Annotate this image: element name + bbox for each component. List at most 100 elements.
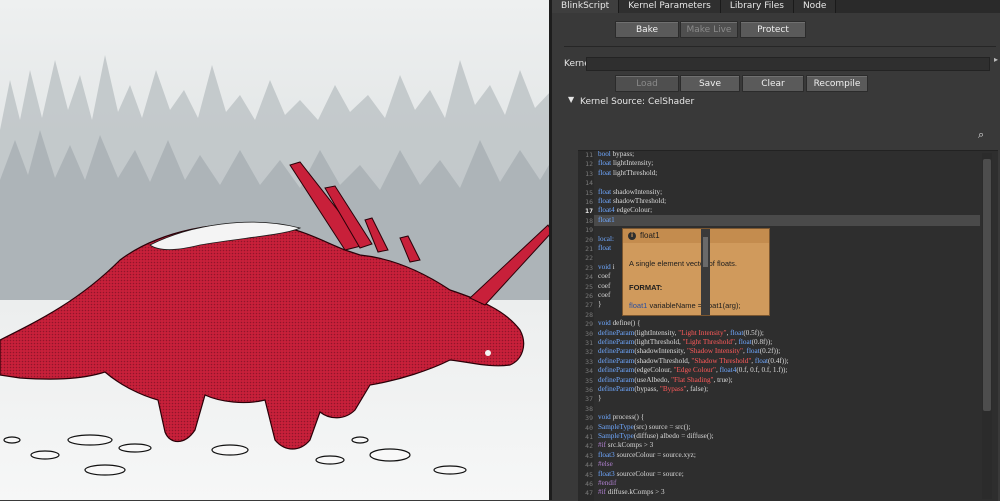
line-number: 25 (585, 282, 593, 291)
line-number: 11 (585, 151, 593, 159)
tooltip-format-rest: variableName = float1(arg); (647, 301, 741, 310)
code-token: void (598, 319, 611, 328)
code-token: #if (598, 441, 606, 450)
clear-button[interactable]: Clear (742, 75, 804, 92)
code-token: coef (598, 272, 611, 281)
line-number: 35 (585, 376, 593, 385)
code-token: bypass; (610, 150, 635, 158)
image-viewer (0, 0, 552, 500)
code-editor[interactable]: 11 12 13 14 15 16 17 18 19 20 21 22 23 24 25 26 27 28 29 30… (578, 150, 998, 501)
code-token: (shadowIntensity, (634, 347, 687, 356)
code-line: defineParam(edgeColour, "Edge Colour", f… (598, 366, 787, 374)
code-token: float (598, 197, 612, 205)
tab-kernel-parameters[interactable]: Kernel Parameters (619, 0, 721, 13)
code-line: float (598, 244, 611, 252)
code-token: defineParam (598, 356, 635, 365)
tooltip-format-keyword: float1 (629, 301, 648, 310)
section-divider (564, 46, 996, 47)
code-line: #endif (598, 479, 616, 487)
search-icon[interactable]: ⌕ (978, 128, 984, 142)
save-button[interactable]: Save (680, 75, 740, 92)
code-line: } (598, 300, 601, 308)
code-token: (0.4f)); (768, 356, 789, 365)
code-line: float3 sourceColour = source.xyz; (598, 451, 696, 459)
code-line: coef (598, 272, 610, 280)
code-line: defineParam(lightIntensity, "Light Inten… (598, 329, 764, 337)
code-token: float (598, 187, 612, 196)
code-token: define() { (610, 319, 641, 328)
code-token: float (746, 347, 760, 356)
code-token: coef (598, 281, 611, 290)
code-token: float3 (598, 469, 615, 478)
code-token: lightIntensity; (611, 159, 654, 168)
kernel-source-label: Kernel Source: CelShader (580, 97, 695, 107)
line-number: 18 (585, 216, 593, 225)
code-line: coef (598, 291, 610, 299)
code-line: defineParam(lightThreshold, "Light Thres… (598, 338, 772, 346)
code-token: void (598, 262, 611, 271)
collapse-triangle-icon[interactable]: ▼ (568, 95, 574, 104)
code-token: lightThreshold; (611, 168, 658, 177)
tab-library-files[interactable]: Library Files (720, 0, 794, 13)
file-browse-icon[interactable]: ▸ (994, 55, 998, 64)
code-token: float (598, 168, 612, 177)
code-token: sourceColour = source.xyz; (614, 450, 696, 459)
editor-scroll-thumb[interactable] (983, 159, 991, 411)
code-token: defineParam (598, 338, 635, 346)
line-number: 44 (585, 461, 593, 470)
code-token: #else (598, 460, 613, 469)
line-number: 13 (585, 169, 593, 178)
code-token: SampleType (598, 422, 634, 431)
code-token: defineParam (598, 385, 635, 393)
code-line: float4 edgeColour; (598, 206, 652, 214)
info-icon: i (628, 232, 636, 240)
kernel-file-input[interactable] (586, 57, 990, 71)
code-token: shadowThreshold; (611, 197, 667, 205)
code-token: (0.8f)); (751, 338, 773, 346)
autocomplete-tooltip: i float1 A single element vector of floa… (622, 228, 770, 316)
code-token: float4 (598, 206, 615, 215)
code-token: float (730, 328, 744, 337)
code-token: sourceColour = source; (614, 469, 684, 478)
code-line: bool bypass; (598, 150, 634, 158)
line-number: 20 (585, 235, 593, 244)
editor-scrollbar[interactable] (982, 153, 992, 499)
line-number: 33 (585, 357, 593, 366)
code-token: #if (598, 488, 606, 497)
tab-blinkscript[interactable]: BlinkScript (552, 0, 620, 13)
code-token: #endif (598, 479, 617, 487)
properties-panel: BlinkScript Kernel Parameters Library Fi… (552, 0, 1000, 501)
tab-bar: BlinkScript Kernel Parameters Library Fi… (552, 0, 1000, 13)
code-token: (0.f, 0.f, 0.f, 1.f)); (736, 366, 788, 375)
code-line: SampleType(diffuse) albedo = diffuse(); (598, 432, 714, 440)
code-token: (edgeColour, (634, 366, 674, 375)
code-token: defineParam (598, 375, 635, 384)
line-number: 16 (585, 198, 593, 206)
code-token: "Bypass" (659, 385, 687, 393)
code-token: , true); (713, 375, 733, 384)
code-line: void i (598, 263, 615, 271)
make-live-button[interactable]: Make Live (680, 21, 738, 38)
code-token: shadowIntensity; (611, 187, 663, 196)
code-token: (0.5f)); (743, 328, 764, 337)
tooltip-scroll-thumb[interactable] (703, 237, 708, 267)
line-number: 15 (585, 188, 593, 197)
code-token: (shadowThreshold, (634, 356, 692, 365)
code-token: (bypass, (634, 385, 660, 393)
tooltip-header: i float1 (623, 229, 769, 243)
code-token: float (598, 244, 612, 252)
tooltip-format-example: float1 variableName = float1(arg); (629, 301, 741, 310)
bake-button[interactable]: Bake (615, 21, 679, 38)
code-line: coef (598, 282, 610, 290)
line-number: 31 (585, 339, 593, 347)
protect-button[interactable]: Protect (740, 21, 806, 38)
recompile-button[interactable]: Recompile (806, 75, 868, 92)
tooltip-scrollbar[interactable] (701, 229, 710, 315)
line-number: 27 (585, 301, 593, 310)
line-number: 34 (585, 367, 593, 376)
line-number: 22 (585, 254, 593, 263)
code-line: #if src.kComps > 3 (598, 441, 653, 449)
code-line: defineParam(shadowIntensity, "Shadow Int… (598, 347, 780, 355)
tab-node[interactable]: Node (793, 0, 837, 13)
load-button[interactable]: Load (615, 75, 679, 92)
